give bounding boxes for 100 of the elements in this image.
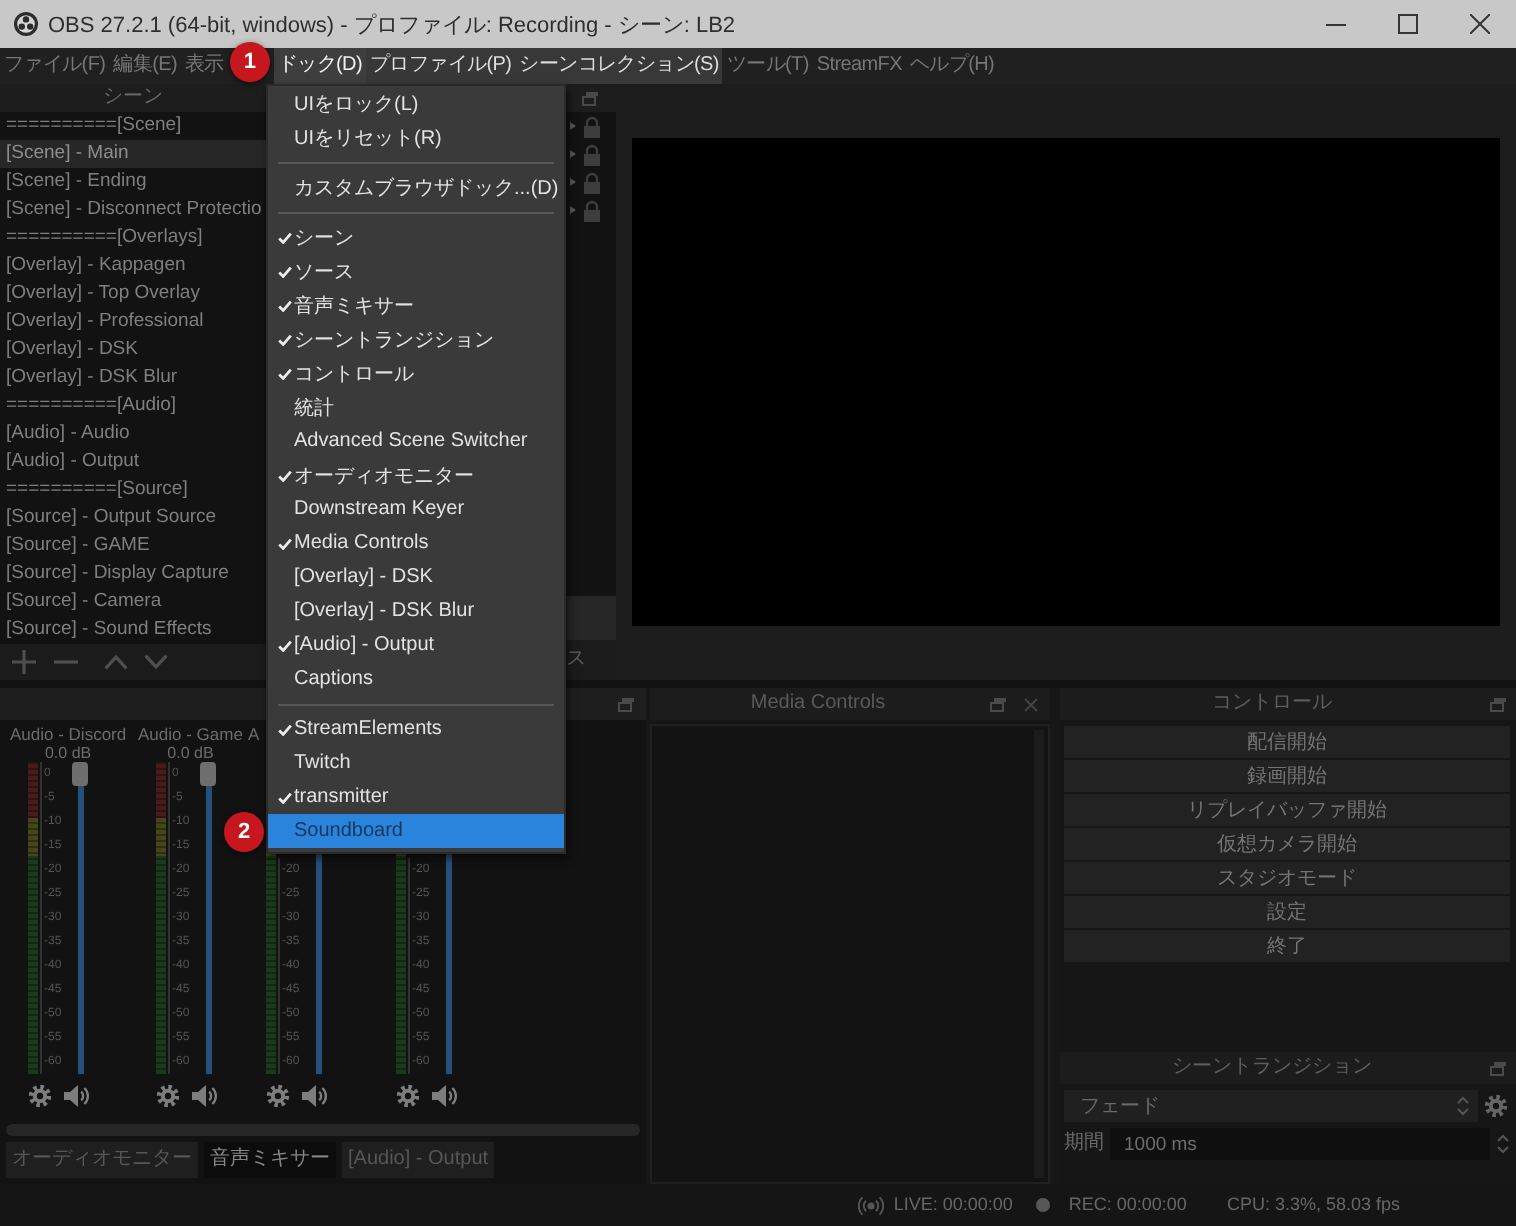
menu-item[interactable]: カスタムブラウザドック...(D) [268,170,564,204]
stacked-windows-icon[interactable] [1490,1062,1506,1076]
menu-item[interactable]: UIをロック(L) [268,86,564,120]
lock-icon[interactable] [582,171,602,193]
scene-item[interactable]: [Audio] - Output [0,448,266,476]
gear-icon[interactable] [396,1084,420,1108]
scene-item[interactable]: [Overlay] - Kappagen [0,252,266,280]
speaker-icon[interactable] [302,1084,328,1108]
chevron-up-icon[interactable] [104,654,128,670]
up-down-chevrons-icon[interactable] [1496,1134,1510,1154]
control-button[interactable]: 終了 [1064,930,1510,962]
dock-tab[interactable]: ス [566,648,586,672]
caret-icon[interactable] [570,150,576,158]
menu-item[interactable]: Downstream Keyer [268,492,564,526]
gear-icon[interactable] [266,1084,290,1108]
speaker-icon[interactable] [64,1084,90,1108]
control-button[interactable]: リプレイバッファ開始 [1064,794,1510,826]
menu-item[interactable]: ドック(D) [273,48,367,84]
menu-item[interactable]: UIをリセット(R) [268,120,564,154]
checkmark-icon [278,469,292,481]
stacked-windows-icon[interactable] [990,698,1006,712]
menu-item[interactable]: 音声ミキサー [268,288,564,322]
menu-item[interactable]: 表示 [181,48,228,84]
menu-item[interactable]: [Audio] - Output [268,628,564,662]
caret-icon[interactable] [570,178,576,186]
scene-item[interactable]: [Source] - Sound Effects [0,616,266,644]
app-logo-icon [14,12,38,36]
lock-icon[interactable] [582,115,602,137]
scene-item[interactable]: [Overlay] - Top Overlay [0,280,266,308]
menu-item[interactable]: Media Controls [268,526,564,560]
checkmark-icon [278,299,292,311]
gear-icon[interactable] [28,1084,52,1108]
caret-icon[interactable] [570,122,576,130]
channel-name: Audio - Discord [10,724,127,746]
duration-field[interactable]: 1000 ms [1110,1128,1490,1160]
up-down-chevrons-icon[interactable] [1456,1096,1470,1116]
transition-dropdown[interactable]: フェード [1064,1090,1478,1122]
lock-icon[interactable] [582,199,602,221]
gear-icon[interactable] [1484,1094,1508,1118]
scene-item[interactable]: [Scene] - Disconnect Protectio [0,196,266,224]
scene-item[interactable]: ==========[Scene] [0,112,266,140]
close-icon[interactable] [1024,698,1038,712]
menu-item[interactable]: コントロール [268,356,564,390]
scene-item[interactable]: [Audio] - Audio [0,420,266,448]
menu-item[interactable]: ツール(T) [722,48,813,84]
stacked-windows-icon[interactable] [582,92,598,106]
volume-slider-handle[interactable] [200,762,216,786]
caret-icon[interactable] [570,206,576,214]
scene-item[interactable]: [Overlay] - Professional [0,308,266,336]
control-button[interactable]: 録画開始 [1064,760,1510,792]
volume-slider[interactable] [72,762,88,1074]
menu-item[interactable]: Soundboard [268,814,564,848]
scene-item[interactable]: [Overlay] - DSK Blur [0,364,266,392]
scene-item[interactable]: [Source] - Camera [0,588,266,616]
menu-item[interactable]: StreamFX [812,48,906,84]
menu-item[interactable]: プロファイル(P) [366,48,516,84]
dock-title: シーン [103,86,163,110]
menu-item[interactable]: [Overlay] - DSK Blur [268,594,564,628]
menu-item[interactable]: ソース [268,254,564,288]
control-button[interactable]: 配信開始 [1064,726,1510,758]
control-button[interactable]: 仮想カメラ開始 [1064,828,1510,860]
dock-title: コントロール [1212,692,1332,716]
control-button[interactable]: スタジオモード [1064,862,1510,894]
gear-icon[interactable] [156,1084,180,1108]
menu-item[interactable]: 編集(E) [109,48,182,84]
stacked-windows-icon[interactable] [618,698,634,712]
speaker-icon[interactable] [192,1084,218,1108]
stacked-windows-icon[interactable] [1490,698,1506,712]
menu-item[interactable]: [Overlay] - DSK [268,560,564,594]
menu-item[interactable]: オーディオモニター [268,458,564,492]
menu-item[interactable]: transmitter [268,780,564,814]
scene-item[interactable]: [Source] - Output Source [0,504,266,532]
menu-item[interactable]: 統計 [268,390,564,424]
volume-slider[interactable] [200,762,216,1074]
channel-name: Audio - Game [138,724,243,746]
scene-item[interactable]: ==========[Audio] [0,392,266,420]
scene-item[interactable]: [Scene] - Main [0,140,266,168]
menu-item[interactable]: シーントランジション [268,322,564,356]
volume-slider-handle[interactable] [72,762,88,786]
menu-item[interactable]: Advanced Scene Switcher [268,424,564,458]
control-button[interactable]: 設定 [1064,896,1510,928]
menu-item[interactable]: Twitch [268,746,564,780]
speaker-icon[interactable] [432,1084,458,1108]
menu-item[interactable]: ファイル(F) [0,48,110,84]
scene-item[interactable]: [Scene] - Ending [0,168,266,196]
scene-item[interactable]: [Source] - Display Capture [0,560,266,588]
menu-item[interactable]: シーン [268,220,564,254]
menu-item[interactable]: ヘルプ(H) [905,48,999,84]
scene-item[interactable]: [Overlay] - DSK [0,336,266,364]
scene-item[interactable]: ==========[Overlays] [0,224,266,252]
lock-icon[interactable] [582,143,602,165]
window-title: OBS 27.2.1 (64-bit, windows) - プロファイル: Recording - シーン: LB2 [48,11,738,39]
menu-item[interactable]: StreamElements [268,712,564,746]
menu-item[interactable]: シーンコレクション(S) [515,48,723,84]
menu-item[interactable]: Captions [268,662,564,696]
plus-icon[interactable] [12,650,36,674]
scene-item[interactable]: ==========[Source] [0,476,266,504]
scene-item[interactable]: [Source] - GAME [0,532,266,560]
chevron-down-icon[interactable] [144,654,168,670]
dock-tab[interactable]: 音声ミキサー [204,1142,336,1178]
